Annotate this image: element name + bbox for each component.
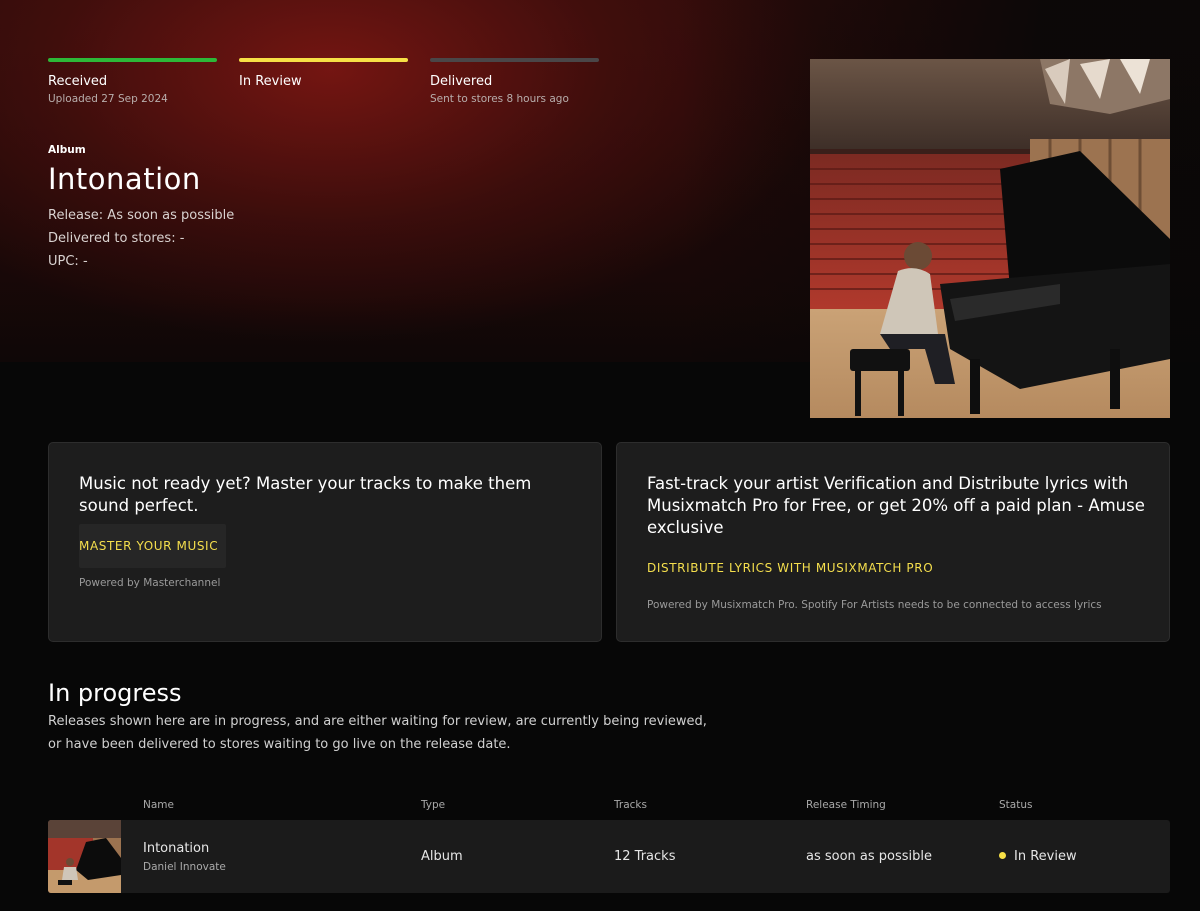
- release-row-artist: Daniel Innovate: [143, 861, 226, 873]
- column-status: Status: [999, 799, 1033, 811]
- album-cover-image: [810, 59, 1170, 418]
- step-delivered: Delivered Sent to stores 8 hours ago: [430, 58, 599, 107]
- release-row-status-label: In Review: [1014, 849, 1077, 864]
- release-row-thumbnail: [48, 820, 121, 893]
- step-received-label: Received: [48, 74, 108, 89]
- release-date-line: Release: As soon as possible: [48, 208, 235, 223]
- master-promo-card: Music not ready yet? Master your tracks …: [48, 442, 602, 642]
- release-meta: Release: As soon as possible Delivered t…: [48, 204, 234, 273]
- step-delivered-bar: [430, 58, 599, 62]
- release-row-tracks: 12 Tracks: [614, 849, 676, 864]
- in-progress-title: In progress: [48, 679, 182, 707]
- step-in-review-bar: [239, 58, 408, 62]
- musixmatch-promo-heading: Fast-track your artist Verification and …: [647, 474, 1145, 537]
- release-row-status: In Review: [999, 849, 1077, 864]
- delivered-line: Delivered to stores: -: [48, 231, 185, 246]
- column-type: Type: [421, 799, 446, 811]
- step-received: Received Uploaded 27 Sep 2024: [48, 58, 217, 107]
- status-dot-icon: [999, 852, 1006, 859]
- release-row-name[interactable]: Intonation: [143, 841, 209, 856]
- release-row[interactable]: Intonation Daniel Innovate Album 12 Trac…: [48, 820, 1170, 893]
- release-row-type: Album: [421, 849, 463, 864]
- master-your-music-button[interactable]: MASTER YOUR MUSIC: [79, 524, 226, 568]
- step-received-bar: [48, 58, 217, 62]
- musixmatch-promo-card: Fast-track your artist Verification and …: [616, 442, 1170, 642]
- in-progress-description: Releases shown here are in progress, and…: [48, 714, 707, 752]
- column-release-timing: Release Timing: [806, 799, 886, 811]
- release-title: Intonation: [48, 162, 201, 196]
- upc-line: UPC: -: [48, 254, 88, 269]
- step-received-subtext: Uploaded 27 Sep 2024: [48, 93, 168, 105]
- master-promo-note: Powered by Masterchannel: [79, 577, 221, 589]
- step-in-review-label: In Review: [239, 74, 302, 89]
- column-tracks: Tracks: [614, 799, 647, 811]
- step-in-review: In Review: [239, 58, 408, 107]
- distribute-lyrics-link[interactable]: DISTRIBUTE LYRICS WITH MUSIXMATCH PRO: [647, 561, 933, 575]
- release-type-label: Album: [48, 144, 86, 156]
- release-progress-steps: Received Uploaded 27 Sep 2024 In Review …: [48, 58, 599, 107]
- release-row-timing: as soon as possible: [806, 849, 933, 864]
- album-cover-art: [810, 59, 1170, 418]
- release-thumbnail-art: [48, 820, 121, 893]
- step-delivered-label: Delivered: [430, 74, 493, 89]
- column-name: Name: [143, 799, 174, 811]
- musixmatch-promo-note: Powered by Musixmatch Pro. Spotify For A…: [647, 599, 1102, 611]
- master-promo-heading: Music not ready yet? Master your tracks …: [79, 474, 532, 515]
- step-delivered-subtext: Sent to stores 8 hours ago: [430, 93, 569, 105]
